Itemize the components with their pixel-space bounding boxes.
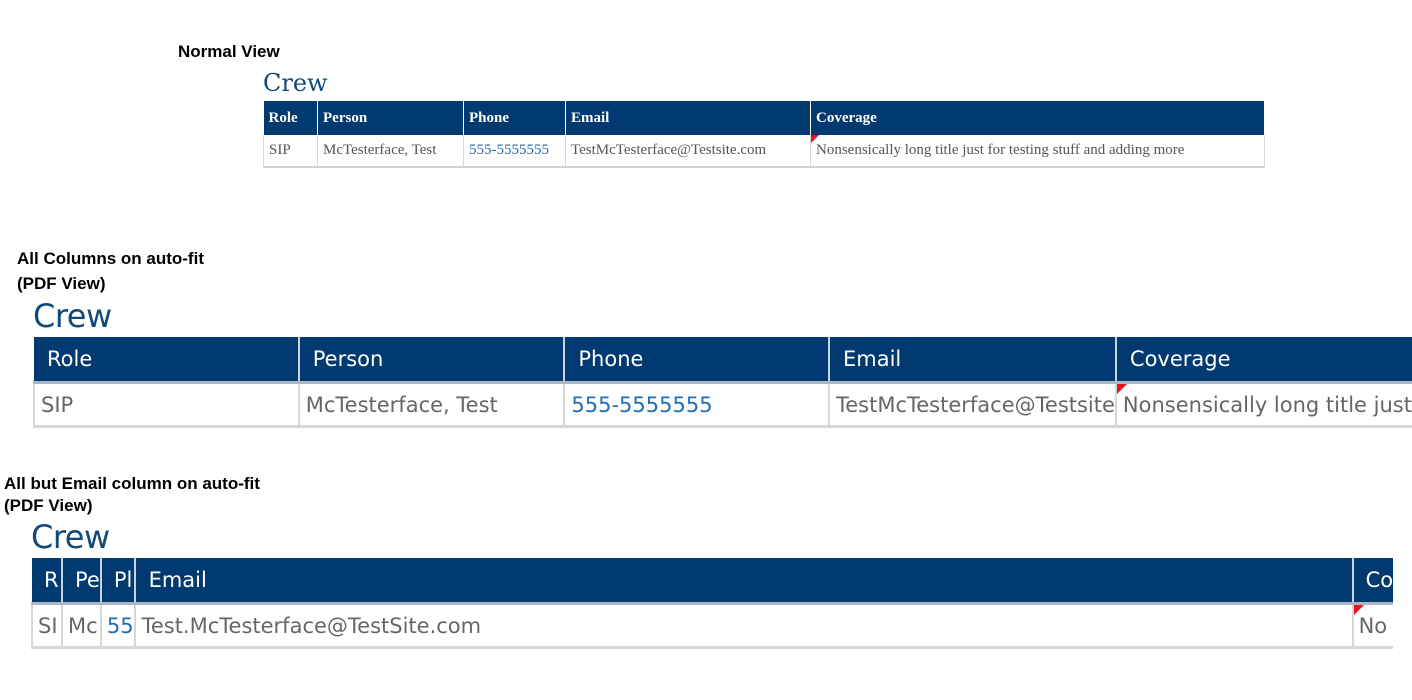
column-header-coverage[interactable]: Coverage — [1115, 337, 1412, 383]
cell-role: SIP — [33, 381, 300, 428]
table-header-row: R Pe Pl Email Co — [32, 558, 1394, 604]
cell-phone: 55 — [100, 602, 136, 649]
caption-line: (PDF View) — [4, 496, 93, 515]
column-header-role[interactable]: Role — [34, 337, 300, 383]
coverage-text: Nonsensically long title just — [1122, 392, 1412, 417]
cell-coverage: Nonsensically long title just for testin… — [810, 135, 1265, 168]
table-row: SIP McTesterface, Test 555-5555555 TestM… — [33, 381, 1412, 428]
cell-coverage: Nonsensically long title just — [1115, 381, 1412, 428]
comment-indicator-icon[interactable] — [811, 135, 819, 143]
table-row: SI Mc 55 Test.McTesterface@TestSite.com … — [31, 602, 1394, 649]
caption-line: All but Email column on auto-fit — [4, 474, 260, 493]
cell-person: McTesterface, Test — [317, 135, 464, 168]
column-header-person[interactable]: Person — [298, 337, 566, 383]
table-header-row: Role Person Phone Email Coverage — [34, 337, 1412, 383]
phone-link[interactable]: 55 — [107, 614, 133, 638]
crew-title: Crew — [31, 518, 110, 556]
column-header-role[interactable]: Role — [263, 101, 318, 135]
coverage-text: No — [1358, 613, 1388, 638]
cell-phone: 555-5555555 — [564, 381, 830, 428]
column-header-person[interactable]: Person — [317, 101, 464, 135]
column-header-email[interactable]: Email — [134, 558, 1354, 604]
caption-auto-fit-all: All Columns on auto-fit (PDF View) — [17, 246, 204, 296]
column-header-phone[interactable]: Pl — [100, 558, 136, 604]
cell-email: Test.McTesterface@TestSite.com — [134, 602, 1354, 649]
crew-title: Crew — [33, 297, 112, 335]
cell-phone: 555-5555555 — [463, 135, 566, 168]
column-header-email[interactable]: Email — [828, 337, 1117, 383]
column-header-phone[interactable]: Phone — [564, 337, 830, 383]
column-header-phone[interactable]: Phone — [463, 101, 566, 135]
cell-coverage: No — [1352, 602, 1394, 649]
crew-table-pdf-email-fixed: R Pe Pl Email Co SI Mc 55 Test.McTesterf… — [31, 558, 1394, 649]
column-header-person[interactable]: Pe — [62, 558, 102, 604]
crew-title: Crew — [263, 69, 328, 97]
crew-table-pdf-auto-fit: Role Person Phone Email Coverage SIP McT… — [33, 337, 1412, 428]
comment-indicator-icon[interactable] — [1116, 385, 1127, 394]
phone-link[interactable]: 555-5555555 — [469, 142, 549, 158]
cell-person: McTesterface, Test — [298, 381, 566, 428]
cell-email: TestMcTesterface@Testsite — [828, 381, 1117, 428]
column-header-coverage[interactable]: Co — [1352, 558, 1394, 604]
column-header-role[interactable]: R — [32, 558, 63, 604]
column-header-email[interactable]: Email — [565, 101, 811, 135]
comment-indicator-icon[interactable] — [1353, 606, 1364, 615]
cell-person: Mc — [62, 602, 102, 649]
caption-line: (PDF View) — [17, 274, 106, 293]
crew-table-normal: Role Person Phone Email Coverage SIP McT… — [263, 101, 1265, 168]
cell-role: SI — [31, 602, 63, 649]
caption-normal-view: Normal View — [178, 39, 280, 64]
caption-auto-fit-except-email: All but Email column on auto-fit (PDF Vi… — [4, 473, 260, 517]
cell-email: TestMcTesterface@Testsite.com — [565, 135, 811, 168]
table-header-row: Role Person Phone Email Coverage — [263, 101, 1265, 135]
caption-line: All Columns on auto-fit — [17, 249, 204, 268]
phone-link[interactable]: 555-5555555 — [571, 393, 712, 417]
coverage-text: Nonsensically long title just for testin… — [816, 142, 1185, 158]
table-row: SIP McTesterface, Test 555-5555555 TestM… — [263, 135, 1265, 168]
cell-role: SIP — [263, 135, 318, 168]
column-header-coverage[interactable]: Coverage — [810, 101, 1265, 135]
caption-line: Normal View — [178, 42, 280, 61]
